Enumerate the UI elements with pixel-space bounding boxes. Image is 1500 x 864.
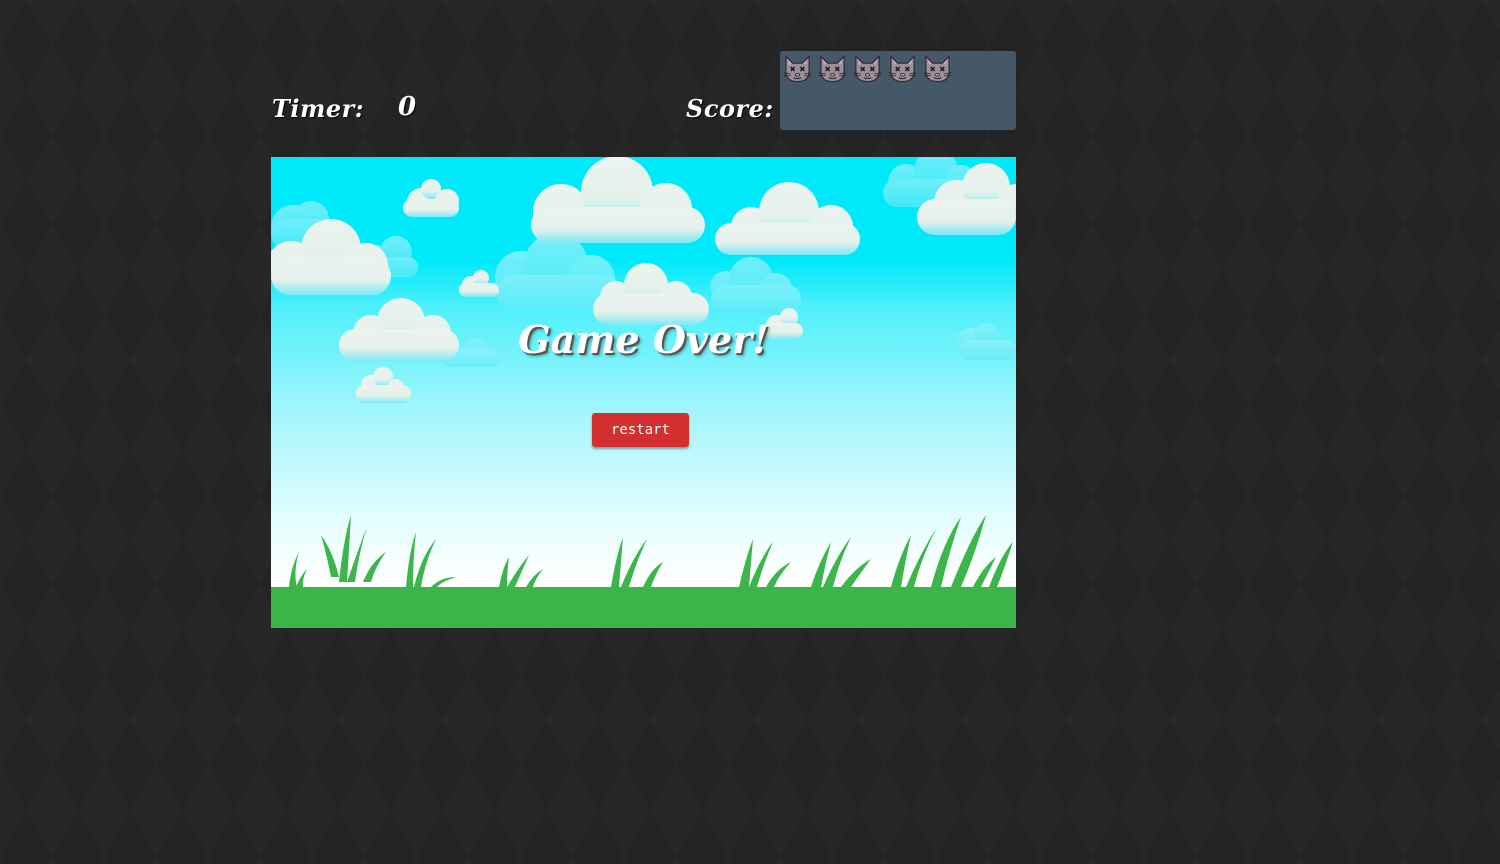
cloud-center-top: [531, 157, 705, 243]
timer-value: 0: [398, 92, 417, 122]
sky-scene: [271, 157, 1016, 587]
cloud-small-top: [403, 179, 459, 217]
cat-head-icon: [888, 55, 917, 83]
score-icons: [782, 53, 953, 85]
score-panel: [780, 51, 1016, 130]
cloud-tiny-left: [459, 270, 499, 297]
cloud-right-top: [715, 182, 860, 255]
game-over-title: Game Over!: [518, 317, 769, 362]
timer-label: Timer:: [272, 94, 365, 123]
grass: [289, 515, 1013, 587]
cat-head-icon: [818, 55, 847, 83]
cat-head-icon: [853, 55, 882, 83]
cat-head-icon: [923, 55, 952, 83]
score-label: Score:: [686, 94, 774, 123]
restart-button[interactable]: restart: [592, 413, 689, 447]
cat-head-icon: [783, 55, 812, 83]
ground: [271, 587, 1016, 628]
cloud-faint-4: [710, 257, 801, 313]
game-area[interactable]: Game Over! restart: [271, 157, 1016, 628]
cloud-low-left: [356, 367, 411, 403]
